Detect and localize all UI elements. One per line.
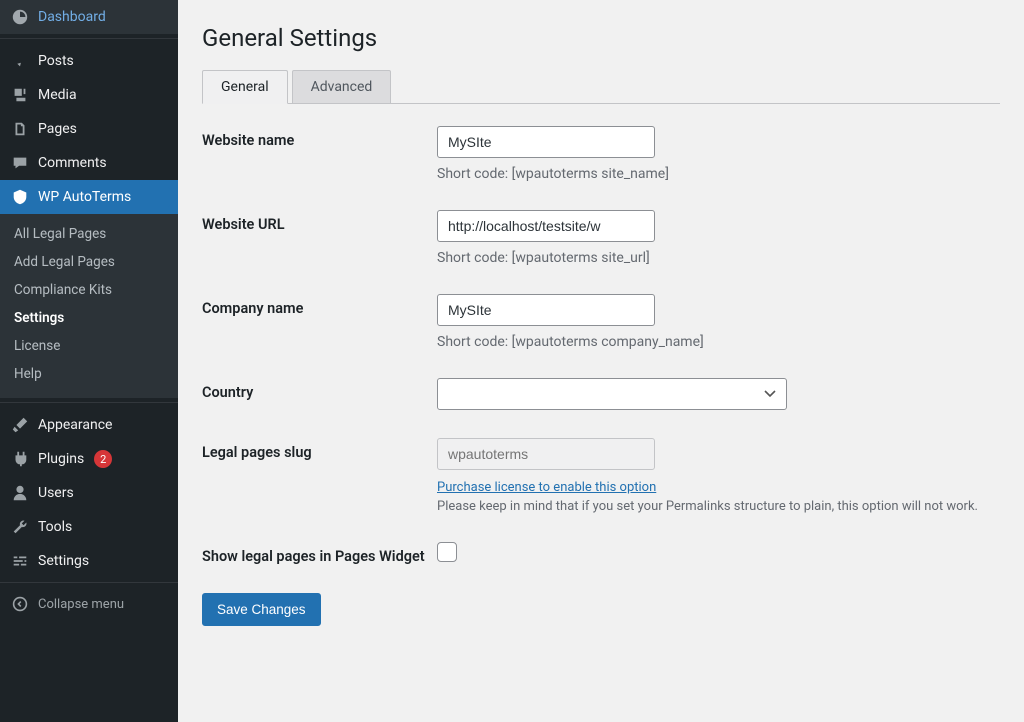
save-button[interactable]: Save Changes	[202, 593, 321, 626]
submenu-item-all-legal[interactable]: All Legal Pages	[0, 220, 178, 248]
tab-advanced[interactable]: Advanced	[292, 70, 392, 104]
label-website-name: Website name	[202, 126, 437, 149]
legal-slug-helper: Please keep in mind that if you set your…	[437, 499, 1000, 514]
label-website-url: Website URL	[202, 210, 437, 233]
row-company-name: Company name Short code: [wpautoterms co…	[202, 294, 1000, 350]
page-title: General Settings	[202, 24, 1000, 52]
sidebar-item-wpautoterms[interactable]: WP AutoTerms	[0, 180, 178, 214]
shield-icon	[10, 188, 30, 206]
pages-icon	[10, 120, 30, 138]
sidebar-item-posts[interactable]: Posts	[0, 44, 178, 78]
shortcode-website-url: Short code: [wpautoterms site_url]	[437, 250, 1000, 266]
sidebar-item-label: Media	[38, 87, 77, 103]
collapse-icon	[10, 596, 30, 612]
pin-icon	[10, 52, 30, 70]
sidebar-item-label: Pages	[38, 121, 77, 137]
sidebar-item-label: Comments	[38, 155, 107, 171]
sidebar-item-settings[interactable]: Settings	[0, 544, 178, 578]
row-website-url: Website URL Short code: [wpautoterms sit…	[202, 210, 1000, 266]
brush-icon	[10, 416, 30, 434]
sidebar-item-pages[interactable]: Pages	[0, 112, 178, 146]
show-widget-checkbox[interactable]	[437, 542, 457, 562]
tab-bar: General Advanced	[202, 70, 1000, 104]
submenu-item-help[interactable]: Help	[0, 360, 178, 388]
user-icon	[10, 484, 30, 502]
media-icon	[10, 86, 30, 104]
sidebar-item-tools[interactable]: Tools	[0, 510, 178, 544]
plugins-badge: 2	[94, 450, 112, 468]
row-legal-slug: Legal pages slug Purchase license to ena…	[202, 438, 1000, 514]
tab-general[interactable]: General	[202, 70, 288, 104]
sidebar-item-label: WP AutoTerms	[38, 189, 131, 205]
submenu-item-settings[interactable]: Settings	[0, 304, 178, 332]
sidebar-item-label: Collapse menu	[38, 597, 124, 612]
sidebar-item-dashboard[interactable]: Dashboard	[0, 0, 178, 34]
sidebar-submenu: All Legal Pages Add Legal Pages Complian…	[0, 214, 178, 398]
row-country: Country	[202, 378, 1000, 410]
settings-form: Website name Short code: [wpautoterms si…	[202, 126, 1000, 626]
sidebar-item-label: Users	[38, 485, 74, 501]
sliders-icon	[10, 552, 30, 570]
country-select[interactable]	[437, 378, 787, 410]
label-legal-slug: Legal pages slug	[202, 438, 437, 461]
legal-slug-input	[437, 438, 655, 470]
label-country: Country	[202, 378, 437, 401]
sidebar-item-comments[interactable]: Comments	[0, 146, 178, 180]
sidebar-collapse[interactable]: Collapse menu	[0, 588, 178, 620]
admin-sidebar: Dashboard Posts Media Pages Comments WP …	[0, 0, 178, 722]
sidebar-item-label: Appearance	[38, 417, 112, 433]
label-show-widget: Show legal pages in Pages Widget	[202, 542, 437, 565]
sidebar-item-media[interactable]: Media	[0, 78, 178, 112]
plugin-icon	[10, 450, 30, 468]
sidebar-item-users[interactable]: Users	[0, 476, 178, 510]
company-name-input[interactable]	[437, 294, 655, 326]
label-company-name: Company name	[202, 294, 437, 317]
purchase-license-link[interactable]: Purchase license to enable this option	[437, 480, 656, 495]
sidebar-item-label: Plugins	[38, 451, 84, 467]
sidebar-item-plugins[interactable]: Plugins 2	[0, 442, 178, 476]
wrench-icon	[10, 518, 30, 536]
sidebar-item-label: Posts	[38, 53, 74, 69]
shortcode-company-name: Short code: [wpautoterms company_name]	[437, 334, 1000, 350]
comments-icon	[10, 154, 30, 172]
sidebar-item-label: Tools	[38, 519, 72, 535]
main-content: General Settings General Advanced Websit…	[178, 0, 1024, 722]
website-name-input[interactable]	[437, 126, 655, 158]
row-website-name: Website name Short code: [wpautoterms si…	[202, 126, 1000, 182]
submenu-item-add-legal[interactable]: Add Legal Pages	[0, 248, 178, 276]
submenu-item-compliance[interactable]: Compliance Kits	[0, 276, 178, 304]
submenu-item-license[interactable]: License	[0, 332, 178, 360]
website-url-input[interactable]	[437, 210, 655, 242]
sidebar-item-label: Settings	[38, 553, 89, 569]
sidebar-item-appearance[interactable]: Appearance	[0, 408, 178, 442]
dashboard-icon	[10, 8, 30, 26]
shortcode-website-name: Short code: [wpautoterms site_name]	[437, 166, 1000, 182]
row-show-widget: Show legal pages in Pages Widget	[202, 542, 1000, 565]
sidebar-item-label: Dashboard	[38, 9, 106, 25]
